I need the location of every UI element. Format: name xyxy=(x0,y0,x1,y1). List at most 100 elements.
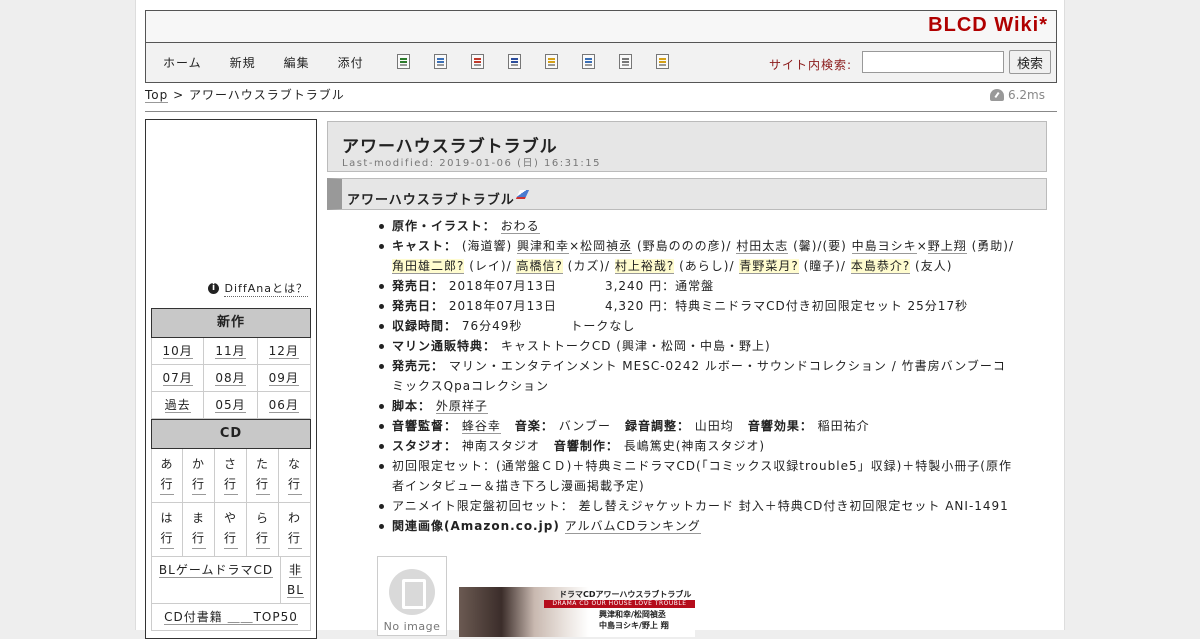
field-label: スタジオ： xyxy=(392,439,458,453)
role-text: (馨)/(要) xyxy=(793,239,847,253)
cast-link[interactable]: 野上翔 xyxy=(927,239,967,254)
list-icon[interactable] xyxy=(582,54,595,69)
diffana-link[interactable]: i DiffAnaとは？ xyxy=(208,280,308,297)
sidebar-new-link[interactable]: 10月 xyxy=(162,344,193,359)
cast-link-undefined[interactable]: 村上裕哉? xyxy=(614,259,675,274)
author-link[interactable]: おわる xyxy=(500,219,540,234)
pairing-separator: × xyxy=(916,239,928,253)
pairing-separator: × xyxy=(569,239,581,253)
rename-icon[interactable] xyxy=(434,54,447,69)
edit-pencil-icon[interactable] xyxy=(515,190,529,199)
sidebar-game-drama-link[interactable]: BLゲームドラマCD xyxy=(158,563,274,578)
sidebar-kana-link[interactable]: さ行 xyxy=(223,454,238,495)
page-title-box: アワーハウスラブトラブル Last-modified: 2019-01-06 (… xyxy=(327,121,1047,172)
sidebar-kana-link[interactable]: な行 xyxy=(287,454,302,495)
cast-link-undefined[interactable]: 青野菜月? xyxy=(739,259,799,274)
field-label: 録音調整： xyxy=(624,419,690,433)
role-text: (あらし)/ xyxy=(679,259,735,273)
diff-icon[interactable] xyxy=(471,54,484,69)
list-item: 発売日： 2018年07月13日 4,320 円：特典ミニドラマCD付き初回限定セ… xyxy=(376,296,1016,316)
nav-edit-link[interactable]: 編集 xyxy=(284,54,310,71)
search-input[interactable] xyxy=(862,51,1004,73)
cover-cast-text: 興津和幸/松岡禎丞 xyxy=(599,610,666,619)
cast-link[interactable]: 興津和幸 xyxy=(517,239,570,254)
list-item: 脚本： 外原祥子 xyxy=(376,396,1016,416)
sidebar-kana-link[interactable]: わ行 xyxy=(287,508,302,549)
field-label: 脚本： xyxy=(392,399,432,413)
cast-link[interactable]: 松岡禎丞 xyxy=(580,239,633,254)
cast-link[interactable]: 村田太志 xyxy=(736,239,789,254)
sidebar-kana-cell: は行 xyxy=(151,503,183,557)
search-button[interactable]: 検索 xyxy=(1009,50,1051,74)
copy-icon[interactable] xyxy=(397,54,410,69)
sidebar-new-cell: 11月 xyxy=(204,338,258,365)
studio-value: 神南スタジオ xyxy=(461,439,540,453)
sidebar-new-link[interactable]: 08月 xyxy=(215,371,246,386)
recording-time: 76分49秒 xyxy=(461,319,523,333)
field-label: 発売日： xyxy=(392,299,445,313)
rec-value: 山田均 xyxy=(694,419,734,433)
release-date: 2018年07月13日 xyxy=(448,299,557,313)
sidebar-genre-cell: 非BL xyxy=(280,557,310,603)
sidebar-kana-cell: や行 xyxy=(215,503,247,557)
cover-band-text: DRAMA CD OUR HOUSE LOVE TROUBLE xyxy=(544,600,695,608)
field-label: 音響制作： xyxy=(553,439,619,453)
sidebar-new-link[interactable]: 09月 xyxy=(268,371,299,386)
breadcrumb-top-link[interactable]: Top xyxy=(145,88,169,103)
script-writer-link[interactable]: 外原祥子 xyxy=(435,399,488,414)
sidebar-new-link[interactable]: 07月 xyxy=(162,371,193,386)
list-item: キャスト： (海道響) 興津和幸×松岡禎丞 (野島ののの彦)/ 村田太志 (馨)… xyxy=(376,236,1016,276)
list-item: 発売日： 2018年07月13日 3,240 円：通常盤 xyxy=(376,276,1016,296)
nav-new-link[interactable]: 新規 xyxy=(230,54,256,71)
list-item: マリン通販特典： キャストトークCD (興津・松岡・中島・野上) xyxy=(376,336,1016,356)
nav-links: ホーム 新規 編集 添付 xyxy=(163,54,392,71)
sound-director-link[interactable]: 蜂谷幸 xyxy=(461,419,501,434)
main-content: 原作・イラスト： おわる キャスト： (海道響) 興津和幸×松岡禎丞 (野島のの… xyxy=(376,216,1016,536)
site-title-link[interactable]: BLCD Wiki* xyxy=(928,14,1048,37)
sidebar-kana-link[interactable]: ま行 xyxy=(191,508,206,549)
sidebar-new-cell: 05月 xyxy=(204,392,258,419)
backup-icon[interactable] xyxy=(508,54,521,69)
freeze-icon[interactable] xyxy=(545,54,558,69)
section-heading-box: アワーハウスラブトラブル xyxy=(327,178,1047,210)
sidebar-new-link[interactable]: 11月 xyxy=(215,344,246,359)
field-label: 収録時間： xyxy=(392,319,458,333)
role-text: (海道響) xyxy=(461,239,513,253)
role-text: (野島ののの彦)/ xyxy=(636,239,732,253)
sidebar-kana-link[interactable]: か行 xyxy=(191,454,206,495)
sidebar-kana-link[interactable]: た行 xyxy=(255,454,270,495)
sidebar-kana-link[interactable]: ら行 xyxy=(255,508,270,549)
list-item: 収録時間： 76分49秒 トークなし xyxy=(376,316,1016,336)
sidebar-new-link[interactable]: 06月 xyxy=(268,398,299,413)
info-icon: i xyxy=(208,283,220,294)
recent-icon[interactable] xyxy=(619,54,632,69)
tool-icons xyxy=(397,54,693,69)
help-icon[interactable] xyxy=(656,54,669,69)
nav-home-link[interactable]: ホーム xyxy=(163,54,202,71)
sidebar-kana-cell: わ行 xyxy=(279,503,311,557)
cast-link-undefined[interactable]: 高橋信? xyxy=(516,259,563,274)
sidebar-kana-link[interactable]: あ行 xyxy=(160,454,174,495)
seller-value: マリン・エンタテインメント MESC-0242 ルボー・サウンドコレクション /… xyxy=(392,359,1006,393)
sidebar-new-link[interactable]: 過去 xyxy=(164,398,191,413)
no-image-placeholder[interactable]: No image xyxy=(377,556,447,636)
sidebar-new-link[interactable]: 12月 xyxy=(268,344,299,359)
cast-link-undefined[interactable]: 角田雄二郎? xyxy=(392,259,465,274)
list-item: アニメイト限定盤初回セット： 差し替えジャケットカード 封入＋特典CD付き初回限… xyxy=(376,496,1016,516)
sidebar-non-bl-link[interactable]: 非BL xyxy=(287,563,304,598)
sidebar-kana-link[interactable]: や行 xyxy=(223,508,238,549)
album-ranking-link[interactable]: アルバムCDランキング xyxy=(564,519,701,534)
cast-link-undefined[interactable]: 本島恭介? xyxy=(850,259,911,274)
sidebar-books-link[interactable]: CD付書籍 ＿＿TOP50 xyxy=(164,610,298,625)
field-label: 音響効果： xyxy=(747,419,813,433)
effect-value: 稲田祐介 xyxy=(817,419,870,433)
sidebar-new-link[interactable]: 05月 xyxy=(215,398,246,413)
limited-edition-text: 初回限定セット：(通常盤ＣＤ)＋特典ミニドラマCD(「コミックス収録troubl… xyxy=(392,459,1012,493)
no-image-label: No image xyxy=(383,620,441,633)
sidebar-kana-cell: ら行 xyxy=(247,503,279,557)
sidebar-kana-link[interactable]: は行 xyxy=(160,508,174,549)
diffana-label: DiffAnaとは？ xyxy=(224,282,308,297)
field-label: 発売日： xyxy=(392,279,445,293)
nav-attach-link[interactable]: 添付 xyxy=(338,54,364,71)
cast-link[interactable]: 中島ヨシキ xyxy=(851,239,917,254)
